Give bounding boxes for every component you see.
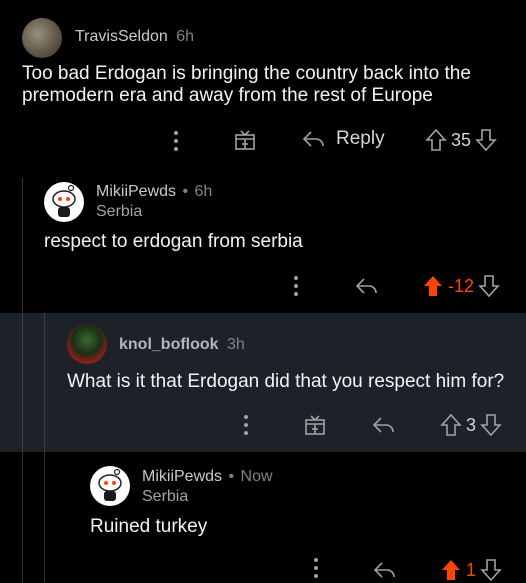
avatar[interactable]: [22, 18, 62, 58]
username[interactable]: TravisSeldon: [75, 28, 168, 45]
upvote-icon[interactable]: [422, 274, 444, 298]
overflow-menu-icon: [294, 276, 298, 296]
username[interactable]: MikiiPewds: [142, 468, 222, 485]
overflow-menu-icon: [244, 415, 248, 435]
reply-button[interactable]: Reply: [302, 128, 385, 150]
avatar[interactable]: [44, 182, 84, 222]
timestamp: 6h: [176, 28, 195, 45]
comment-body-line: premodern era and away from the rest of …: [22, 85, 433, 106]
overflow-menu-icon: [174, 131, 178, 151]
comment-travisseldon: TravisSeldon 6h Too bad Erdogan is bring…: [0, 0, 526, 178]
user-flair: Serbia: [96, 203, 143, 220]
award-button[interactable]: [303, 413, 327, 437]
downvote-icon[interactable]: [475, 128, 497, 152]
downvote-icon[interactable]: [478, 274, 500, 298]
vote-controls: 1: [440, 558, 502, 582]
reply-icon: [302, 131, 324, 147]
comment-knol-boflook: knol_boflook 3h What is it that Erdogan …: [0, 313, 526, 452]
vote-controls: 35: [425, 128, 497, 152]
meta-separator: •: [228, 468, 235, 485]
reply-icon: [355, 278, 377, 294]
award-icon: [235, 130, 255, 150]
snoo-avatar-icon: [98, 468, 122, 501]
overflow-menu-button[interactable]: [242, 414, 250, 436]
vote-controls: 3: [440, 413, 502, 437]
vote-score: 35: [451, 129, 472, 150]
comment-mikiipewds-1: MikiiPewds • 6h Serbia respect to erdoga…: [0, 178, 526, 313]
downvote-icon[interactable]: [480, 413, 502, 437]
timestamp: Now: [240, 468, 273, 485]
vote-score: -12: [448, 275, 475, 296]
comment-meta: knol_boflook 3h: [119, 336, 245, 354]
overflow-menu-icon: [314, 558, 318, 578]
snoo-avatar-icon: [52, 184, 76, 217]
comment-meta: MikiiPewds • 6h: [96, 183, 212, 201]
comment-body-line: Too bad Erdogan is bringing the country …: [22, 63, 471, 84]
meta-separator: •: [182, 183, 189, 200]
thread-line-level-1: [22, 313, 23, 452]
reply-button[interactable]: [372, 415, 396, 435]
upvote-icon[interactable]: [425, 128, 447, 152]
username[interactable]: knol_boflook: [119, 336, 219, 353]
overflow-menu-button[interactable]: [312, 557, 320, 579]
reply-label: Reply: [336, 128, 385, 149]
avatar[interactable]: [90, 466, 130, 506]
vote-score: 1: [466, 559, 477, 580]
reply-icon: [372, 417, 394, 433]
reply-button[interactable]: [355, 276, 379, 296]
overflow-menu-button[interactable]: [292, 275, 300, 297]
comment-mikiipewds-2: MikiiPewds • Now Serbia Ruined turkey 1: [0, 452, 526, 583]
comment-body: respect to erdogan from serbia: [44, 231, 303, 252]
user-flair: Serbia: [142, 488, 189, 505]
upvote-icon[interactable]: [440, 413, 462, 437]
timestamp: 6h: [194, 183, 213, 200]
comment-meta: TravisSeldon 6h: [75, 28, 194, 46]
comment-body: Ruined turkey: [90, 516, 208, 537]
overflow-menu-button[interactable]: [172, 130, 180, 152]
vote-controls: -12: [422, 274, 500, 298]
avatar[interactable]: [67, 324, 107, 364]
vote-score: 3: [466, 414, 477, 435]
username[interactable]: MikiiPewds: [96, 183, 176, 200]
upvote-icon[interactable]: [440, 558, 462, 582]
timestamp: 3h: [227, 336, 245, 353]
downvote-icon[interactable]: [480, 558, 502, 582]
thread-line-level-2: [44, 313, 45, 452]
award-icon: [305, 415, 325, 435]
comment-body: Too bad Erdogan is bringing the country …: [22, 63, 512, 107]
comment-body: What is it that Erdogan did that you res…: [67, 371, 505, 392]
award-button[interactable]: [233, 128, 257, 152]
reply-button[interactable]: [373, 560, 397, 580]
comment-meta: MikiiPewds • Now: [142, 468, 273, 486]
reply-icon: [373, 562, 395, 578]
